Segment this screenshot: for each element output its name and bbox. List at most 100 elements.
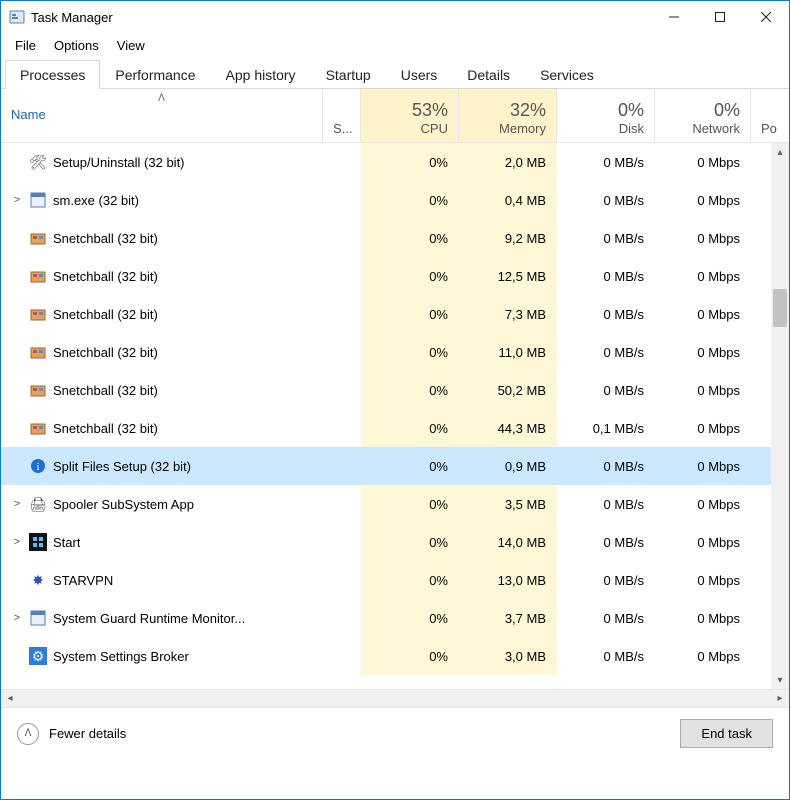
expand-icon[interactable]: > [11, 536, 23, 548]
cell-cpu: 0% [361, 523, 459, 561]
scroll-up-icon[interactable]: ▴ [771, 143, 789, 161]
col-header-network[interactable]: 0% Network [655, 89, 751, 142]
vertical-scrollbar[interactable]: ▴ ▾ [771, 143, 789, 689]
cell-status [323, 409, 361, 447]
tab-performance[interactable]: Performance [100, 60, 210, 89]
cell-net: 0 Mbps [655, 219, 751, 257]
tab-startup[interactable]: Startup [311, 60, 386, 89]
expand-icon[interactable]: > [11, 498, 23, 510]
process-name: Snetchball (32 bit) [53, 231, 158, 246]
table-row[interactable]: iSplit Files Setup (32 bit)0%0,9 MB0 MB/… [1, 447, 789, 485]
start-icon [29, 533, 47, 551]
cell-name: Snetchball (32 bit) [1, 219, 323, 257]
cell-status [323, 523, 361, 561]
scroll-thumb[interactable] [773, 289, 787, 327]
table-row[interactable]: Snetchball (32 bit)0%44,3 MB0,1 MB/s0 Mb… [1, 409, 789, 447]
scroll-right-icon[interactable]: ▸ [771, 690, 789, 708]
table-row[interactable]: >sm.exe (32 bit)0%0,4 MB0 MB/s0 Mbps [1, 181, 789, 219]
cell-disk: 0 MB/s [557, 219, 655, 257]
col-header-memory[interactable]: 32% Memory [459, 89, 557, 142]
tab-details[interactable]: Details [452, 60, 525, 89]
cell-cpu: 0% [361, 561, 459, 599]
process-name: Snetchball (32 bit) [53, 345, 158, 360]
table-row[interactable]: Snetchball (32 bit)0%50,2 MB0 MB/s0 Mbps [1, 371, 789, 409]
end-task-button[interactable]: End task [680, 719, 773, 748]
table-row[interactable]: ⚙System Settings Broker0%3,0 MB0 MB/s0 M… [1, 637, 789, 675]
process-name: Spooler SubSystem App [53, 497, 194, 512]
col-header-power[interactable]: Po [751, 89, 775, 142]
horizontal-scrollbar[interactable]: ◂ ▸ [1, 689, 789, 707]
cell-cpu: 0% [361, 485, 459, 523]
tab-users[interactable]: Users [386, 60, 453, 89]
tab-services[interactable]: Services [525, 60, 609, 89]
cell-disk: 0 MB/s [557, 523, 655, 561]
cell-net: 0 Mbps [655, 637, 751, 675]
menu-view[interactable]: View [109, 36, 153, 55]
titlebar: Task Manager [1, 1, 789, 33]
cell-cpu: 0% [361, 599, 459, 637]
gear-icon: ⚙ [29, 647, 47, 665]
menu-file[interactable]: File [7, 36, 44, 55]
svg-text:i: i [36, 461, 39, 473]
fewer-details-button[interactable]: ᐱ Fewer details [17, 723, 126, 745]
menubar: File Options View [1, 33, 789, 57]
cell-cpu: 0% [361, 447, 459, 485]
expand-icon[interactable]: > [11, 194, 23, 206]
cell-mem: 3,7 MB [459, 599, 557, 637]
cell-net: 0 Mbps [655, 485, 751, 523]
cell-name: >sm.exe (32 bit) [1, 181, 323, 219]
table-row[interactable]: ✸STARVPN0%13,0 MB0 MB/s0 Mbps [1, 561, 789, 599]
cell-status [323, 219, 361, 257]
cell-name: > Start [1, 523, 323, 561]
maximize-button[interactable] [697, 1, 743, 33]
cell-net: 0 Mbps [655, 333, 751, 371]
cell-status [323, 637, 361, 675]
cell-name: >System Guard Runtime Monitor... [1, 599, 323, 637]
cell-status [323, 257, 361, 295]
cell-status [323, 599, 361, 637]
cell-cpu: 0% [361, 181, 459, 219]
game-icon [29, 305, 47, 323]
printer-icon: 🖨 [29, 495, 47, 513]
close-button[interactable] [743, 1, 789, 33]
table-row[interactable]: >Start0%14,0 MB0 MB/s0 Mbps [1, 523, 789, 561]
tab-processes[interactable]: Processes [5, 60, 100, 89]
cell-mem: 50,2 MB [459, 371, 557, 409]
cell-disk: 0 MB/s [557, 143, 655, 181]
cell-disk: 0 MB/s [557, 637, 655, 675]
cell-net: 0 Mbps [655, 143, 751, 181]
menu-options[interactable]: Options [46, 36, 107, 55]
col-header-name[interactable]: ᐱ Name [1, 89, 323, 142]
table-row[interactable]: Snetchball (32 bit)0%12,5 MB0 MB/s0 Mbps [1, 257, 789, 295]
table-row[interactable]: Snetchball (32 bit)0%7,3 MB0 MB/s0 Mbps [1, 295, 789, 333]
cell-disk: 0 MB/s [557, 599, 655, 637]
cell-cpu: 0% [361, 333, 459, 371]
table-row[interactable]: Snetchball (32 bit)0%9,2 MB0 MB/s0 Mbps [1, 219, 789, 257]
tools-icon: 🛠 [29, 153, 47, 171]
cell-status [323, 447, 361, 485]
column-headers: ᐱ Name S... 53% CPU 32% Memory 0% Disk 0… [1, 89, 789, 143]
cell-mem: 12,5 MB [459, 257, 557, 295]
table-row[interactable]: 🛠Setup/Uninstall (32 bit)0%2,0 MB0 MB/s0… [1, 143, 789, 181]
table-row[interactable]: >System Guard Runtime Monitor... 0%3,7 MB… [1, 599, 789, 637]
scroll-down-icon[interactable]: ▾ [771, 671, 789, 689]
tab-app-history[interactable]: App history [211, 60, 311, 89]
table-row[interactable]: > 🖨 Spooler SubSystem App 0%3,5 MB0 MB/s0 M… [1, 485, 789, 523]
window-title: Task Manager [31, 10, 113, 25]
table-row[interactable]: Snetchball (32 bit)0%11,0 MB0 MB/s0 Mbps [1, 333, 789, 371]
cell-status [323, 295, 361, 333]
col-header-cpu[interactable]: 53% CPU [361, 89, 459, 142]
minimize-button[interactable] [651, 1, 697, 33]
expand-icon[interactable]: > [11, 612, 23, 624]
cell-status [323, 485, 361, 523]
cell-name: Snetchball (32 bit) [1, 409, 323, 447]
cell-mem: 3,5 MB [459, 485, 557, 523]
cell-disk: 0 MB/s [557, 485, 655, 523]
col-header-status[interactable]: S... [323, 89, 361, 142]
scroll-left-icon[interactable]: ◂ [1, 690, 19, 708]
col-header-disk[interactable]: 0% Disk [557, 89, 655, 142]
process-name: Start [53, 535, 80, 550]
cell-name: Snetchball (32 bit) [1, 371, 323, 409]
cell-name: Snetchball (32 bit) [1, 333, 323, 371]
cell-net: 0 Mbps [655, 447, 751, 485]
